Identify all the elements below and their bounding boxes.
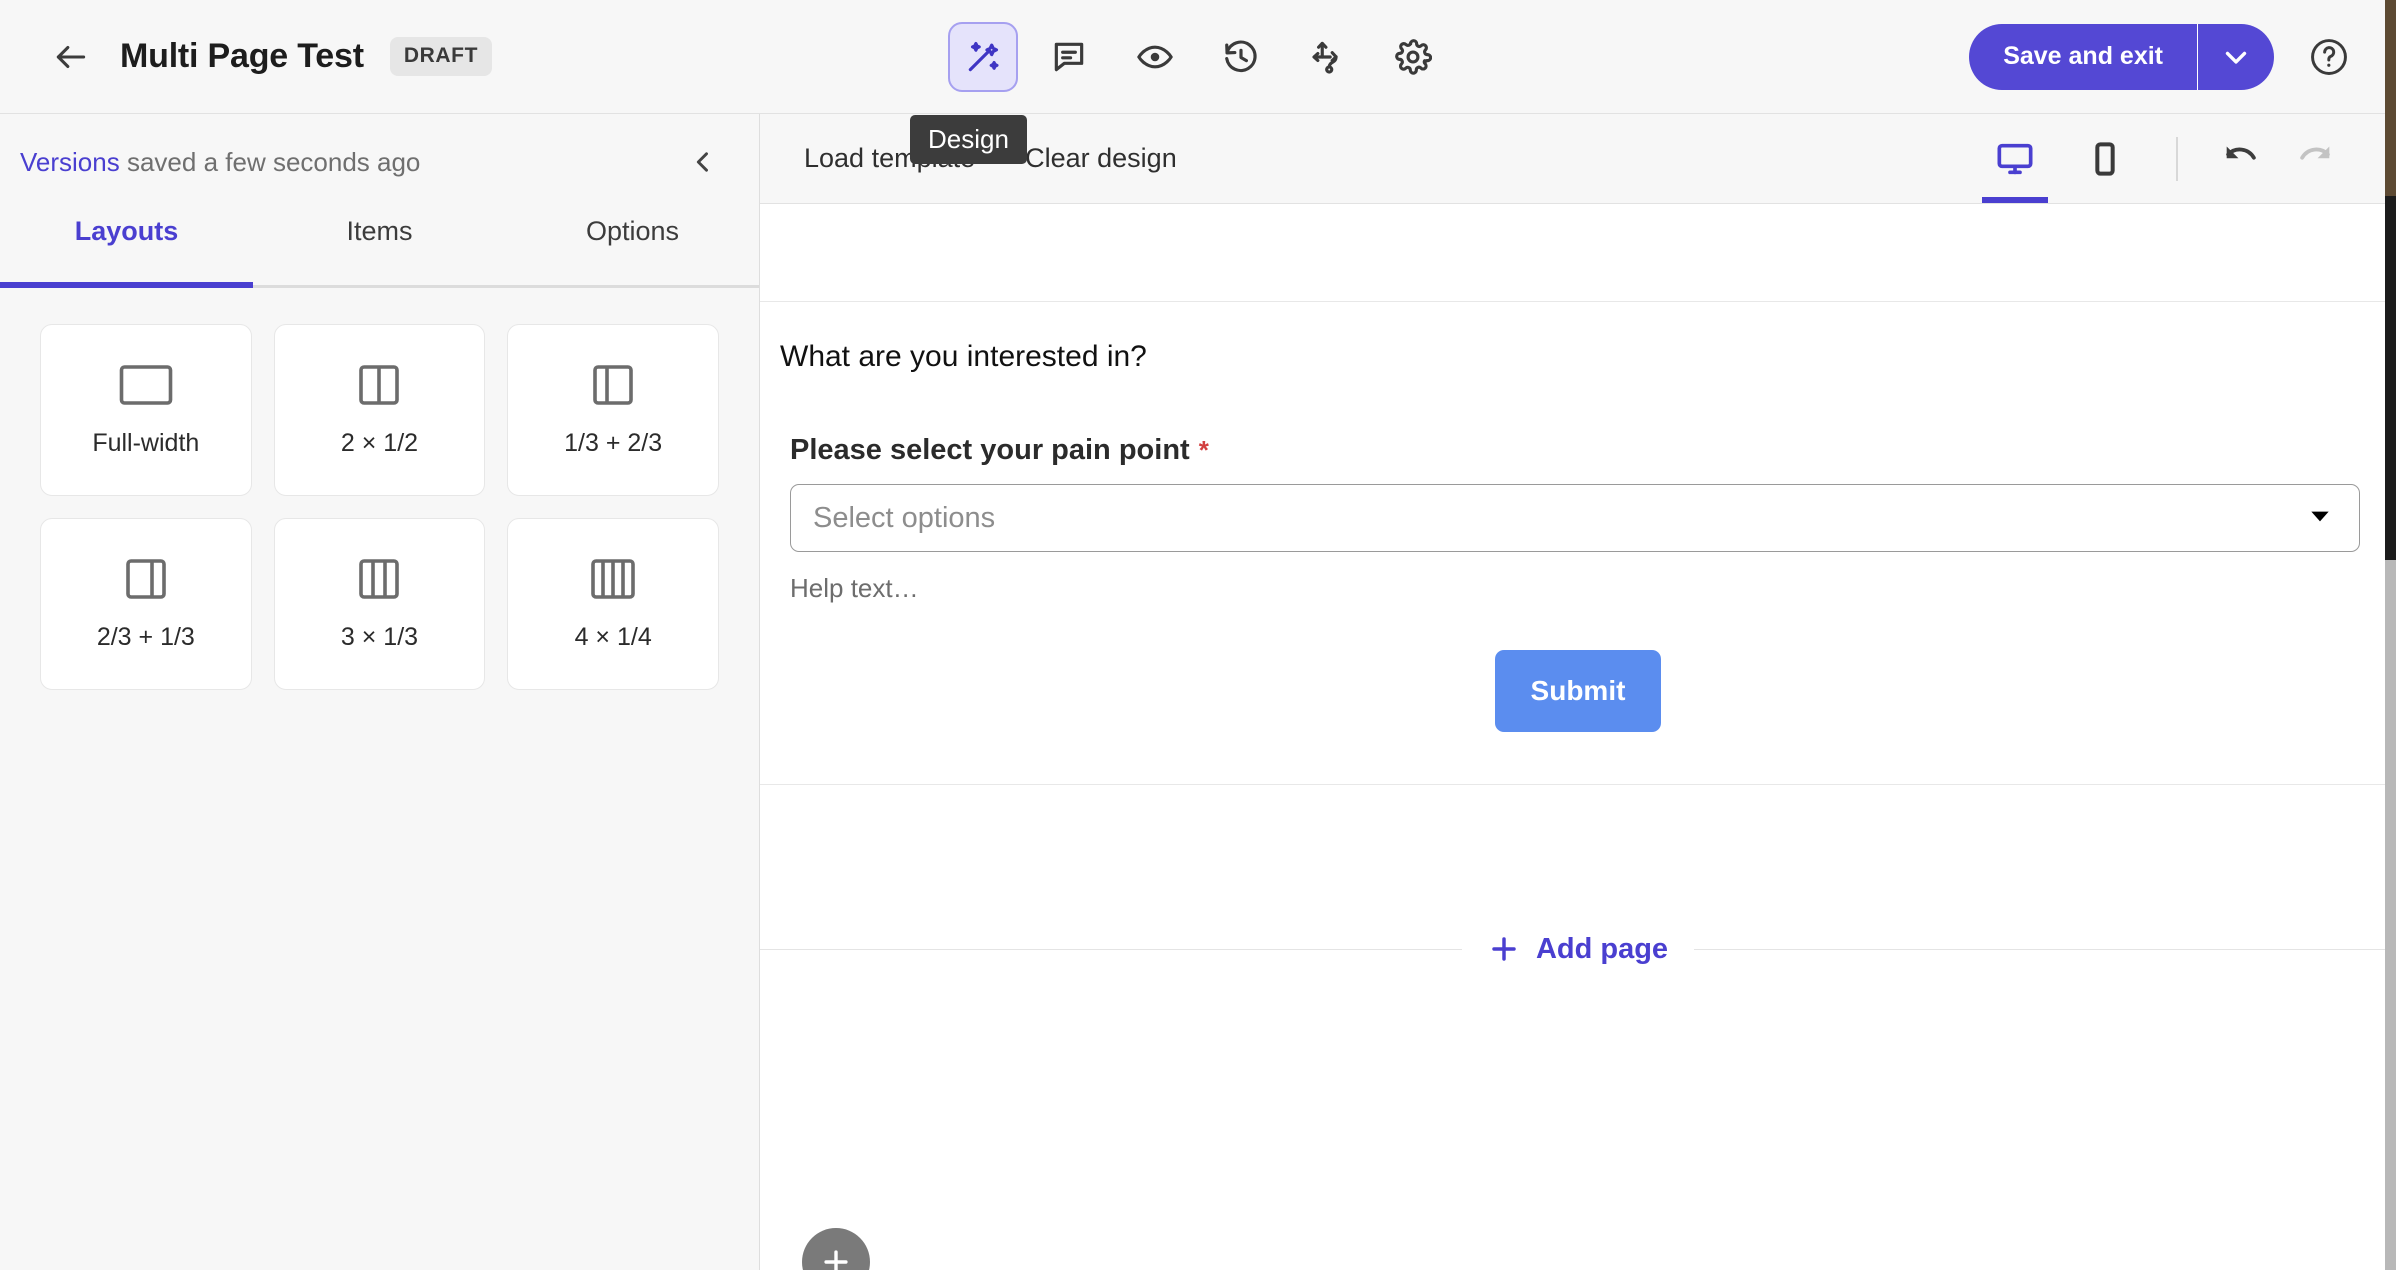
form-field-block: Please select your pain point * Select o…: [760, 434, 2396, 604]
divider-left: [760, 948, 1462, 950]
layout-card-third-twothirds[interactable]: 1/3 + 2/3: [507, 324, 719, 496]
arrow-left-icon: [56, 45, 86, 68]
tool-comments-button[interactable]: [1034, 22, 1104, 92]
page-title: Multi Page Test: [120, 37, 364, 75]
phone-icon: [2095, 141, 2115, 176]
help-button[interactable]: [2304, 32, 2354, 82]
layout-card-label: 3 × 1/3: [340, 622, 419, 651]
layout-card-label: 2/3 + 1/3: [96, 622, 195, 651]
left-sidebar: Versions saved a few seconds ago Layouts…: [0, 114, 760, 1270]
page-header-band[interactable]: [760, 204, 2396, 302]
save-dropdown-button[interactable]: [2198, 23, 2274, 90]
plus-icon: [824, 1250, 848, 1270]
app-body: Versions saved a few seconds ago Layouts…: [0, 114, 2396, 1270]
header-right-group: Save and exit: [1969, 23, 2396, 90]
tab-layouts[interactable]: Layouts: [0, 210, 253, 288]
submit-row: Submit: [760, 604, 2396, 784]
magic-wand-icon: [968, 41, 999, 71]
tool-flow-button[interactable]: [1292, 22, 1362, 92]
tab-options[interactable]: Options: [506, 210, 759, 285]
scrollbar-thumb[interactable]: [2385, 560, 2396, 1270]
question-circle-icon: [2311, 38, 2347, 75]
chevron-left-icon: [696, 152, 708, 172]
chevron-down-icon: [2225, 51, 2247, 64]
canvas-scroll-area: What are you interested in? Please selec…: [760, 204, 2396, 1270]
clear-design-button[interactable]: Clear design: [1025, 143, 1177, 174]
layout-card-label: 1/3 + 2/3: [564, 428, 663, 457]
divider-right: [1694, 948, 2396, 950]
eye-icon: [1137, 45, 1173, 68]
monitor-icon: [1997, 143, 2033, 174]
branching-flow-icon: [1312, 41, 1338, 74]
view-mobile-button[interactable]: [2060, 114, 2150, 203]
history-clock-icon: [1225, 39, 1257, 72]
add-page-label: Add page: [1535, 932, 1669, 965]
layout-card-label: Full-width: [92, 428, 200, 457]
gear-icon: [1395, 38, 1432, 75]
field-label-text: Please select your pain point: [790, 434, 1190, 466]
layout-card-label: 2 × 1/2: [340, 428, 419, 457]
layout-three-thirds-icon: [359, 558, 400, 599]
add-page-button[interactable]: Add page: [1462, 933, 1694, 966]
help-text: Help text…: [790, 573, 919, 603]
edge-strip-top: [2385, 0, 2396, 196]
undo-button[interactable]: [2204, 129, 2278, 189]
layout-card-two-halves[interactable]: 2 × 1/2: [273, 324, 486, 496]
undo-arrow-icon: [2226, 146, 2256, 160]
versions-status-text: Versions saved a few seconds ago: [20, 147, 420, 178]
layout-card-label: 4 × 1/4: [574, 622, 652, 651]
plus-icon: [1492, 937, 1516, 961]
back-button[interactable]: [48, 34, 94, 80]
sidebar-tabs: Layouts Items Options: [0, 210, 759, 288]
design-canvas: Load template Clear design What are you …: [760, 114, 2396, 1270]
versions-row: Versions saved a few seconds ago: [0, 114, 759, 210]
layout-card-full-width[interactable]: Full-width: [40, 324, 252, 496]
versions-saved-text: saved a few seconds ago: [126, 146, 421, 177]
form-page-section: What are you interested in? Please selec…: [760, 302, 2396, 785]
layout-two-halves-icon: [359, 364, 400, 405]
layout-grid: Full-width 2 × 1/2 1/3 + 2/3 2/3 + 1/3 3…: [0, 288, 759, 726]
pain-point-select[interactable]: Select options: [790, 484, 2360, 552]
redo-arrow-icon: [2300, 146, 2330, 160]
tool-preview-button[interactable]: [1120, 22, 1190, 92]
field-label: Please select your pain point *: [790, 434, 2360, 467]
layout-card-four-quarters[interactable]: 4 × 1/4: [507, 518, 719, 690]
toolbar-divider: [2176, 136, 2178, 181]
save-and-exit-button[interactable]: Save and exit: [1969, 23, 2198, 90]
layout-full-width-icon: [119, 364, 173, 405]
tool-design-button[interactable]: [948, 21, 1018, 92]
layout-twothirds-third-icon: [126, 558, 166, 599]
required-marker: *: [1198, 435, 1209, 465]
versions-link[interactable]: Versions: [20, 147, 120, 177]
canvas-toolbar-right: [1970, 114, 2396, 203]
status-badge: DRAFT: [389, 37, 493, 76]
layout-third-twothirds-icon: [593, 364, 633, 405]
add-page-row: Add page: [760, 875, 2396, 1023]
save-split-button: Save and exit: [1969, 23, 2274, 90]
layout-card-twothirds-third[interactable]: 2/3 + 1/3: [40, 518, 252, 690]
header-tool-group: [948, 21, 1448, 92]
design-tooltip: Design: [910, 115, 1027, 164]
header-left-group: Multi Page Test DRAFT: [0, 34, 493, 80]
submit-button[interactable]: Submit: [1494, 650, 1662, 732]
caret-down-icon: [2307, 503, 2333, 534]
view-desktop-button[interactable]: [1970, 114, 2060, 203]
comment-icon: [1054, 42, 1084, 71]
layout-four-quarters-icon: [591, 558, 635, 599]
layout-card-three-thirds[interactable]: 3 × 1/3: [273, 518, 486, 690]
collapse-sidebar-button[interactable]: [681, 140, 725, 184]
page-footer-band[interactable]: [760, 785, 2396, 875]
question-title: What are you interested in?: [780, 340, 1147, 373]
form-builder-app: Multi Page Test DRAFT Save and exit Vers…: [0, 0, 2396, 1270]
redo-button[interactable]: [2278, 129, 2352, 189]
app-header: Multi Page Test DRAFT Save and exit: [0, 0, 2396, 114]
tool-history-button[interactable]: [1206, 22, 1276, 92]
window-edge-strip: [2385, 0, 2396, 1270]
tab-items[interactable]: Items: [253, 210, 506, 285]
tool-settings-button[interactable]: [1378, 22, 1448, 92]
select-placeholder: Select options: [813, 501, 996, 534]
